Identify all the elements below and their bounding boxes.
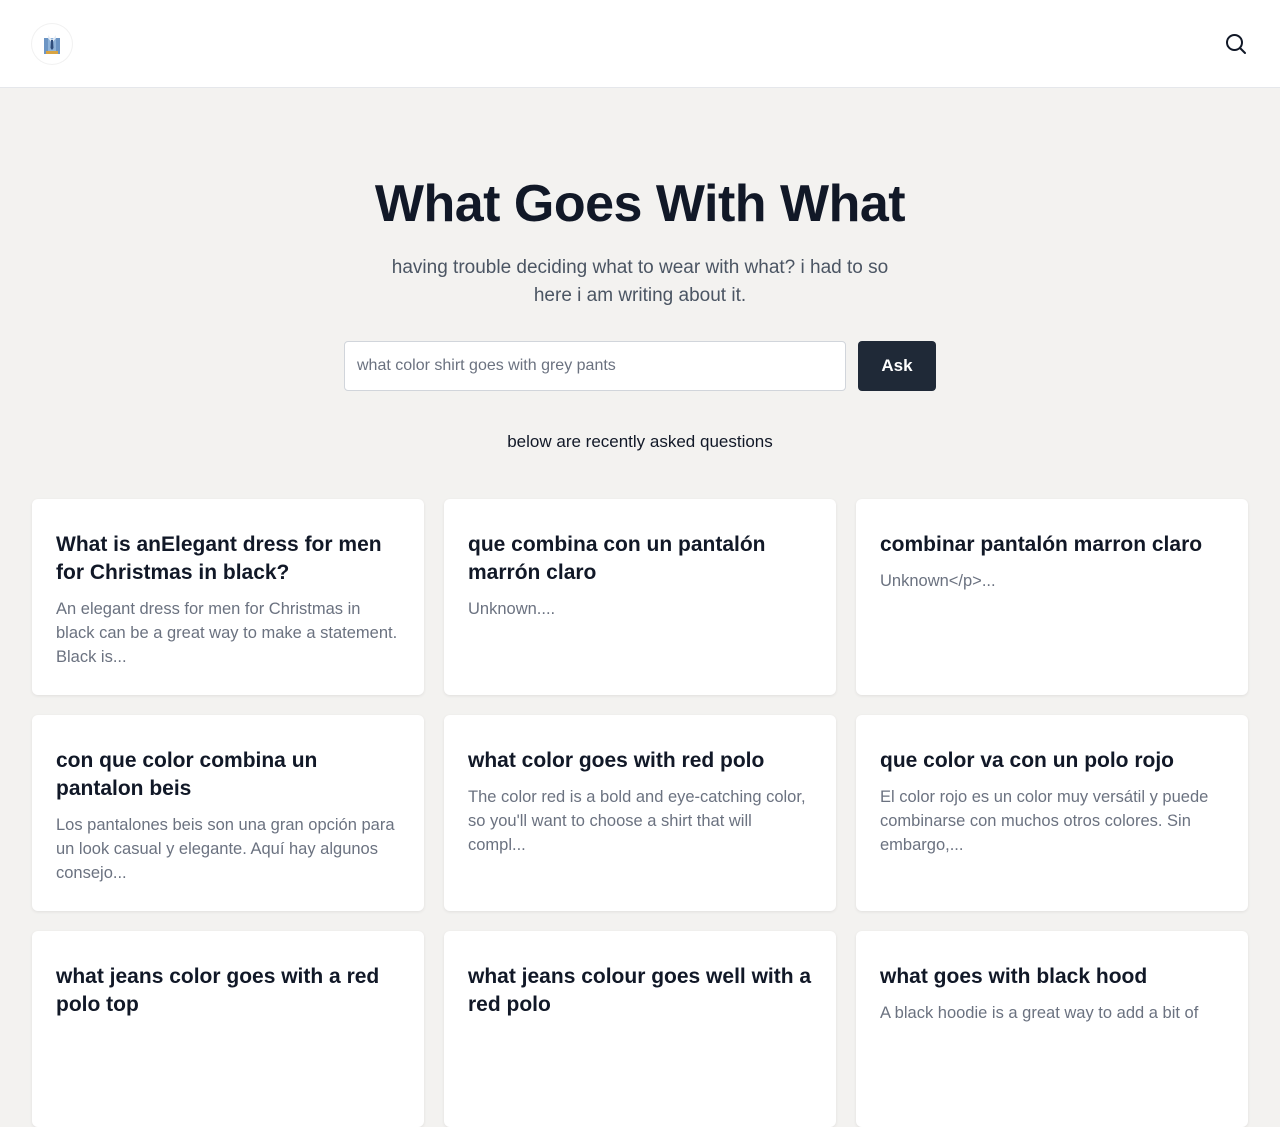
shirt-logo-icon[interactable] — [32, 24, 72, 64]
shirt-icon — [44, 35, 60, 54]
page-subtitle: having trouble deciding what to wear wit… — [391, 257, 889, 306]
question-card[interactable]: que combina con un pantalón marrón claro… — [444, 499, 836, 695]
search-button[interactable] — [1222, 30, 1250, 58]
question-card[interactable]: What is anElegant dress for men for Chri… — [32, 499, 424, 695]
question-title: combinar pantalón marron claro — [880, 533, 1203, 556]
question-excerpt: Unknown.... — [468, 600, 556, 618]
question-excerpt: Los pantalones beis son una gran opción … — [56, 816, 395, 882]
question-card[interactable]: que color va con un polo rojo El color r… — [856, 715, 1248, 911]
question-card[interactable]: what goes with black hood A black hoodie… — [856, 931, 1248, 1127]
question-title: con que color combina un pantalon beis — [56, 749, 318, 800]
question-excerpt: El color rojo es un color muy versátil y… — [880, 788, 1209, 854]
question-input[interactable] — [344, 341, 846, 391]
question-title: what color goes with red polo — [468, 749, 765, 772]
question-excerpt: A black hoodie is a great way to add a b… — [880, 1004, 1199, 1022]
question-title: what goes with black hood — [880, 965, 1148, 988]
search-icon — [1226, 34, 1246, 54]
question-card[interactable]: combinar pantalón marron claro Unknown</… — [856, 499, 1248, 695]
question-card[interactable]: what jeans color goes with a red polo to… — [32, 931, 424, 1127]
question-title: que color va con un polo rojo — [880, 749, 1175, 772]
question-card[interactable]: con que color combina un pantalon beis L… — [32, 715, 424, 911]
question-title: what jeans color goes with a red polo to… — [56, 965, 380, 1016]
top-navbar — [0, 0, 1280, 88]
question-title: What is anElegant dress for men for Chri… — [56, 533, 382, 584]
question-title: what jeans colour goes well with a red p… — [468, 965, 812, 1016]
recent-questions-label: below are recently asked questions — [507, 432, 773, 451]
question-card[interactable]: what color goes with red polo The color … — [444, 715, 836, 911]
question-title: que combina con un pantalón marrón claro — [468, 533, 766, 584]
question-excerpt: Unknown</p>... — [880, 572, 996, 590]
question-excerpt: The color red is a bold and eye-catching… — [468, 788, 806, 854]
recent-questions-grid: What is anElegant dress for men for Chri… — [32, 499, 1248, 1127]
question-excerpt: An elegant dress for men for Christmas i… — [56, 600, 398, 666]
ask-button[interactable]: Ask — [858, 341, 936, 391]
question-card[interactable]: what jeans colour goes well with a red p… — [444, 931, 836, 1127]
page-title: What Goes With What — [374, 175, 906, 233]
